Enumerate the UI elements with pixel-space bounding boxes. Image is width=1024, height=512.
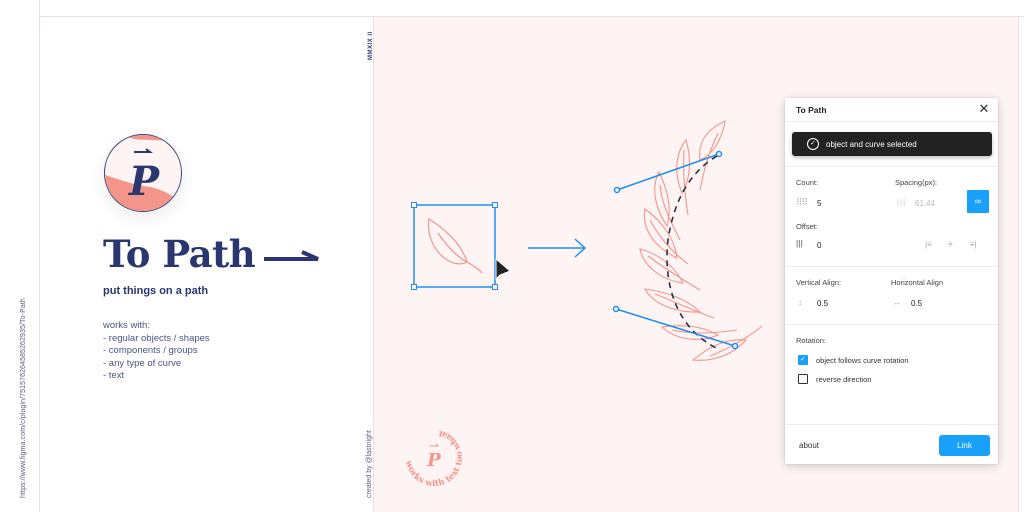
- leaf: [660, 325, 738, 340]
- text-on-circle: works with text too whaat P: [403, 428, 465, 490]
- plugin-panel: To Path ✕ ✓ object and curve selected Co…: [785, 98, 998, 464]
- leaf-path-result: [639, 120, 763, 361]
- status-text: object and curve selected: [826, 140, 917, 149]
- about-link[interactable]: about: [799, 441, 819, 450]
- selection-box: [413, 204, 496, 288]
- resize-handle: [411, 202, 417, 208]
- arrow-right-icon: [528, 238, 587, 258]
- align-start-icon[interactable]: |≡: [925, 240, 932, 249]
- leaf: [654, 170, 681, 241]
- resize-handle: [492, 202, 498, 208]
- link-icon[interactable]: ∞: [967, 190, 989, 213]
- horizontal-align-input[interactable]: 0.5: [911, 299, 922, 308]
- count-label: Count:: [796, 178, 819, 187]
- align-end-icon[interactable]: ≡|: [970, 240, 977, 249]
- check-circle-icon: ✓: [807, 138, 819, 150]
- grid-icon: ⠿⠿: [796, 197, 808, 207]
- spacing-label: Spacing(px):: [895, 178, 938, 187]
- spacing-icon: |↕|: [897, 198, 906, 207]
- follow-rotation-label[interactable]: object follows curve rotation: [816, 356, 909, 365]
- panel-header: To Path ✕: [785, 98, 998, 122]
- offset-input[interactable]: 0: [817, 241, 821, 250]
- offset-label: Offset:: [796, 222, 818, 231]
- count-input[interactable]: 5: [817, 199, 821, 208]
- vertical-arrows-icon: ↕: [798, 298, 802, 307]
- control-point: [612, 305, 620, 313]
- link-button[interactable]: Link: [939, 435, 990, 456]
- panel-title: To Path: [796, 105, 827, 115]
- close-icon[interactable]: ✕: [978, 102, 990, 115]
- badge-letter: P: [426, 450, 441, 471]
- resize-handle: [411, 284, 417, 290]
- divider: [785, 424, 998, 425]
- leaf: [643, 208, 689, 265]
- offset-icon: |||: [796, 239, 803, 248]
- vertical-align-label: Vertical Align:: [796, 278, 842, 287]
- align-center-icon[interactable]: ⫩: [948, 240, 953, 250]
- reverse-direction-label[interactable]: reverse direction: [816, 375, 871, 384]
- resize-handle: [492, 284, 498, 290]
- reverse-direction-checkbox[interactable]: [798, 374, 808, 384]
- follow-rotation-checkbox[interactable]: ✓: [798, 355, 808, 365]
- leaf-icon: [427, 217, 483, 274]
- leaf: [676, 138, 691, 216]
- horizontal-arrows-icon: ↔: [893, 298, 901, 307]
- anchor-point: [731, 342, 739, 350]
- anchor-point: [715, 150, 723, 158]
- divider: [785, 324, 998, 325]
- horizontal-align-label: Horizontal Align: [891, 278, 944, 287]
- vertical-align-input[interactable]: 0.5: [817, 299, 828, 308]
- cursor-icon: [495, 257, 511, 281]
- spacing-input[interactable]: 61.44: [915, 199, 935, 208]
- divider: [785, 266, 998, 267]
- divider: [785, 166, 998, 167]
- status-toast: ✓ object and curve selected: [792, 132, 992, 156]
- rotation-label: Rotation:: [796, 336, 827, 345]
- selected-leaf-object[interactable]: [411, 202, 498, 290]
- control-point: [613, 186, 621, 194]
